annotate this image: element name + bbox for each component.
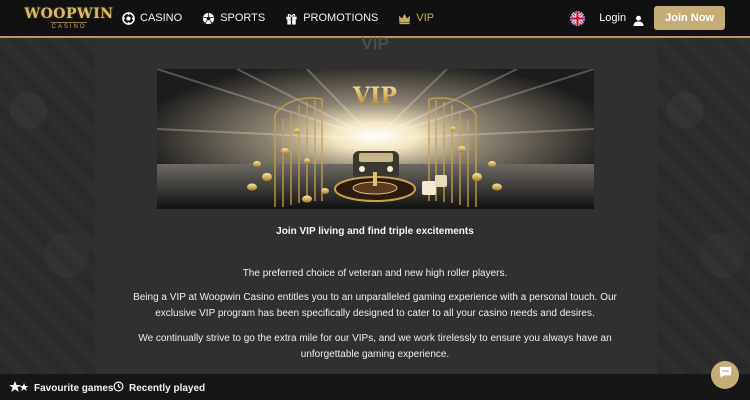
commitment-line-1: We continually strive to go the extra mi… <box>138 333 612 344</box>
nav-label-casino: CASINO <box>140 12 183 24</box>
description-line-2: exclusive VIP program has been specifica… <box>155 308 595 319</box>
logo-text: WOOPWIN <box>24 6 114 22</box>
nav-item-casino[interactable]: CASINO <box>122 11 183 25</box>
join-now-button[interactable]: Join Now <box>654 6 725 30</box>
nav-item-vip[interactable]: VIP <box>398 12 434 25</box>
login-link[interactable]: Login <box>599 12 626 24</box>
favourite-games-label: Favourite games <box>34 383 114 394</box>
banner-vip-text: VIP <box>352 83 397 109</box>
uk-flag-icon[interactable] <box>570 10 586 26</box>
commitment-line-2: unforgettable gaming experience. <box>300 349 450 360</box>
history-icon <box>113 381 124 395</box>
recently-played-button[interactable]: Recently played <box>113 381 205 395</box>
vip-banner-image: VIP <box>157 69 594 209</box>
live-chat-button[interactable] <box>711 361 739 389</box>
vip-commitment-paragraph: We continually strive to go the extra mi… <box>0 331 750 363</box>
logo-subtext: CASINO <box>51 22 87 30</box>
intro-paragraph: The preferred choice of veteran and new … <box>0 266 750 282</box>
stars-icon <box>9 381 29 396</box>
recently-played-label: Recently played <box>129 382 206 394</box>
intro-line-1: The preferred choice of veteran and new … <box>242 268 508 279</box>
main-nav: CASINO SPORTS PROMOTIONS VIP <box>122 0 454 36</box>
bottom-bar: Favourite games Recently played <box>0 374 750 400</box>
nav-label-vip: VIP <box>416 12 435 24</box>
nav-item-sports[interactable]: SPORTS <box>202 12 265 25</box>
top-header: WOOPWIN CASINO CASINO SPORTS PROMOTIONS <box>0 0 750 38</box>
favourite-games-button[interactable]: Favourite games <box>9 381 113 396</box>
chat-bubble-icon <box>718 365 733 385</box>
nav-item-promotions[interactable]: PROMOTIONS <box>285 12 378 25</box>
soccer-ball-icon <box>202 12 215 25</box>
banner-caption: Join VIP living and find triple exciteme… <box>276 226 474 237</box>
description-line-1: Being a VIP at Woopwin Casino entitles y… <box>133 292 617 303</box>
gift-icon <box>285 12 298 25</box>
vip-description-paragraph: Being a VIP at Woopwin Casino entitles y… <box>0 290 750 322</box>
page-title: VIP <box>361 34 389 53</box>
chip-icon <box>122 11 135 25</box>
woopwin-logo[interactable]: WOOPWIN CASINO <box>24 4 114 34</box>
nav-label-promotions: PROMOTIONS <box>303 12 379 24</box>
header-actions: Login Join Now <box>570 0 725 36</box>
crown-icon <box>398 12 411 25</box>
user-icon[interactable] <box>633 13 644 26</box>
nav-label-sports: SPORTS <box>220 12 266 24</box>
